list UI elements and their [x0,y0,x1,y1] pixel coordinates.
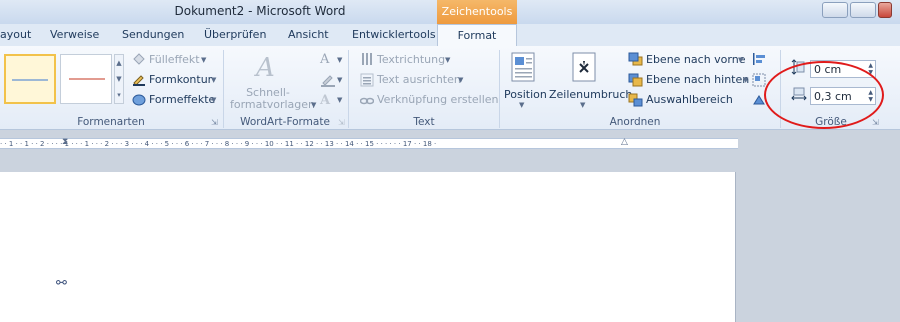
group-label-wordart: WordArt-Formate [240,116,330,128]
pen-outline-icon [132,73,146,86]
shape-effects-button[interactable]: Formeffekte [149,93,215,106]
text-wrap-button[interactable]: Zeilenumbruch [549,88,632,101]
tab-ansicht[interactable]: Ansicht [288,28,329,41]
send-backward-button[interactable]: Ebene nach hinten [646,73,749,86]
bring-forward-button[interactable]: Ebene nach vorne [646,53,745,66]
chevron-down-icon: ▼ [311,101,317,109]
annotation-circle [764,61,884,129]
tab-layout[interactable]: ayout [0,28,31,41]
selection-pane-icon [628,93,643,107]
shape-style-1-line [12,79,48,81]
chevron-down-icon: ▼ [337,96,343,104]
maximize-button[interactable] [850,2,876,18]
window-controls [822,2,892,18]
tab-format[interactable]: Format [437,24,517,47]
chevron-down-icon: ▼ [337,76,343,84]
fill-effect-button[interactable]: Fülleffekt [149,53,200,66]
tab-sendungen[interactable]: Sendungen [122,28,184,41]
chevron-down-icon: ▼ [445,56,451,64]
send-backward-icon [628,73,643,87]
group-objects-icon[interactable] [752,73,766,87]
dialog-launcher-icon[interactable]: ⇲ [211,118,218,127]
text-effects-icon[interactable]: A [320,93,330,108]
chevron-down-icon: ▼ [201,56,207,64]
text-outline-icon[interactable] [320,73,336,87]
dialog-launcher-icon[interactable]: ⇲ [872,118,879,127]
shape-style-2[interactable] [60,54,112,104]
close-button[interactable] [878,2,892,18]
chevron-down-icon: ▼ [211,76,217,84]
selection-pane-button[interactable]: Auswahlbereich [646,93,733,106]
chevron-down-icon: ▼ [519,101,525,109]
group-label-text: Text [413,116,435,128]
bring-forward-icon [628,52,643,66]
right-indent-marker-icon[interactable]: △ [621,137,628,147]
text-direction-icon [360,52,374,66]
align-text-button[interactable]: Text ausrichten [377,73,461,86]
text-direction-button[interactable]: Textrichtung [377,53,445,66]
chevron-down-icon: ▼ [211,96,217,104]
align-icon[interactable] [752,52,766,66]
shape-style-2-line [69,78,105,80]
position-icon [511,52,535,82]
indent-marker-icon[interactable]: ⧗ [62,137,68,147]
chevron-down-icon: ▼ [337,56,343,64]
tab-ueberpruefen[interactable]: Überprüfen [204,28,266,41]
shape-outline-button[interactable]: Formkontur [149,73,212,86]
chevron-down-icon: ▼ [738,56,744,64]
group-label-anordnen: Anordnen [609,116,661,128]
title-bar: Dokument2 - Microsoft Word Zeichentools [0,0,900,24]
chevron-down-icon: ▼ [458,76,464,84]
text-wrap-icon [572,52,596,82]
quick-styles-label-2[interactable]: formatvorlagen [230,98,315,111]
chevron-down-icon: ▼ [743,76,749,84]
ruler-margin-area [738,138,900,149]
chevron-down-icon: ▼ [580,101,586,109]
shape-effects-icon [132,93,146,106]
link-icon [359,96,375,106]
shape-style-1[interactable] [4,54,56,104]
group-label-formenarten: Formenarten [77,116,145,128]
tab-entwicklertools[interactable]: Entwicklertools [352,28,436,41]
contextual-tab-group-label: Zeichentools [437,0,517,24]
minimize-button[interactable] [822,2,848,18]
position-button[interactable]: Position [504,88,547,101]
paint-bucket-icon [132,53,146,65]
wordart-a-icon: A [256,53,275,83]
shape-styles-scroll[interactable]: ▲ ▼ ▾ [114,54,124,104]
document-page[interactable]: ⚯ [0,172,736,322]
anchor-shape-icon[interactable]: ⚯ [56,276,67,291]
tab-verweise[interactable]: Verweise [50,28,99,41]
dialog-launcher-icon[interactable]: ⇲ [338,118,345,127]
align-text-icon [360,73,374,87]
text-fill-icon[interactable]: A [320,52,329,67]
create-link-button[interactable]: Verknüpfung erstellen [377,93,499,106]
